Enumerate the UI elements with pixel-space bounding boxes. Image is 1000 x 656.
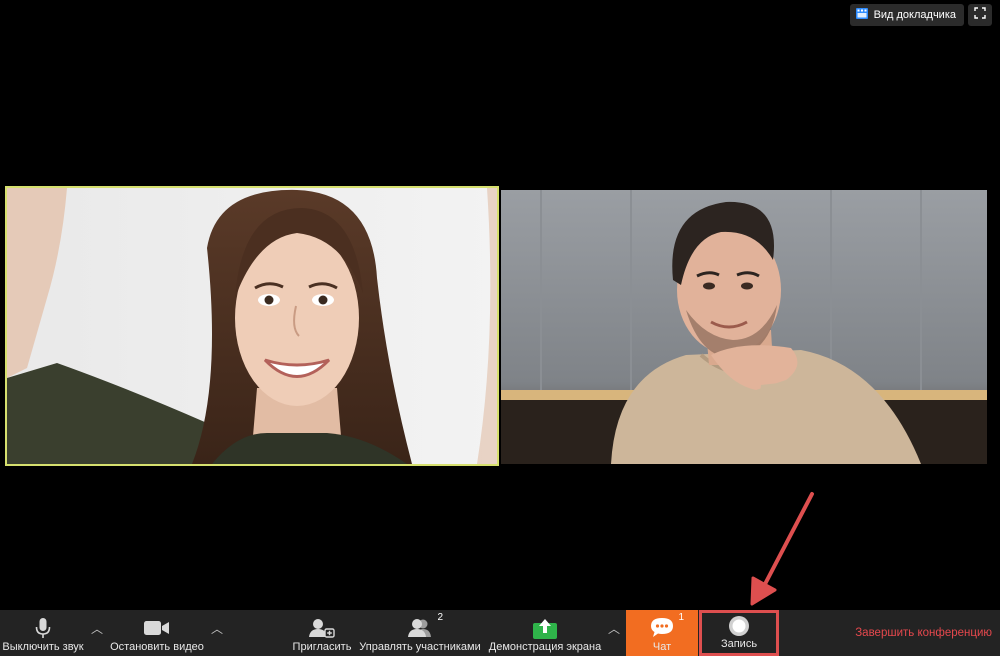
record-icon [728, 613, 750, 638]
participants-count: 2 [437, 612, 443, 623]
stop-video-button[interactable]: Остановить видео [108, 610, 206, 656]
microphone-icon [35, 615, 51, 641]
speaker-view-label: Вид докладчика [873, 9, 956, 21]
chat-button[interactable]: 1 Чат [626, 610, 698, 656]
meeting-toolbar: Выключить звук ︿ Остановить видео ︿ Приг… [0, 610, 1000, 656]
top-controls: Вид докладчика [849, 4, 992, 26]
audio-options-chevron[interactable]: ︿ [91, 620, 103, 637]
participant-1-image [7, 188, 497, 464]
mute-label: Выключить звук [2, 641, 84, 653]
chat-label: Чат [652, 641, 672, 653]
participant-video-2[interactable] [501, 190, 987, 464]
share-screen-label: Демонстрация экрана [488, 641, 602, 653]
invite-label: Пригласить [292, 641, 352, 653]
manage-participants-label: Управлять участниками [359, 641, 481, 653]
share-screen-button[interactable]: Демонстрация экрана [486, 610, 604, 656]
chat-bubble-icon: 1 [650, 612, 684, 641]
participant-2-image [501, 190, 987, 464]
participants-icon: 2 [407, 612, 443, 641]
chat-unread-count: 1 [678, 612, 684, 623]
fullscreen-button[interactable] [968, 4, 992, 26]
stop-video-label: Остановить видео [110, 641, 204, 653]
share-screen-icon [533, 615, 557, 641]
video-options-chevron[interactable]: ︿ [211, 620, 223, 637]
participant-video-1[interactable] [5, 186, 499, 466]
mute-button[interactable]: Выключить звук [0, 610, 86, 656]
record-button[interactable]: Запись [699, 610, 779, 656]
manage-participants-button[interactable]: 2 Управлять участниками [357, 610, 483, 656]
end-meeting-button[interactable]: Завершить конференцию [855, 627, 992, 639]
invite-button[interactable]: Пригласить [290, 610, 354, 656]
video-camera-icon [144, 615, 170, 641]
fullscreen-icon [974, 6, 986, 24]
grid-icon [855, 8, 868, 22]
share-options-chevron[interactable]: ︿ [608, 620, 620, 637]
add-user-icon [309, 615, 335, 641]
record-label: Запись [720, 638, 758, 650]
speaker-view-button[interactable]: Вид докладчика [849, 4, 964, 26]
